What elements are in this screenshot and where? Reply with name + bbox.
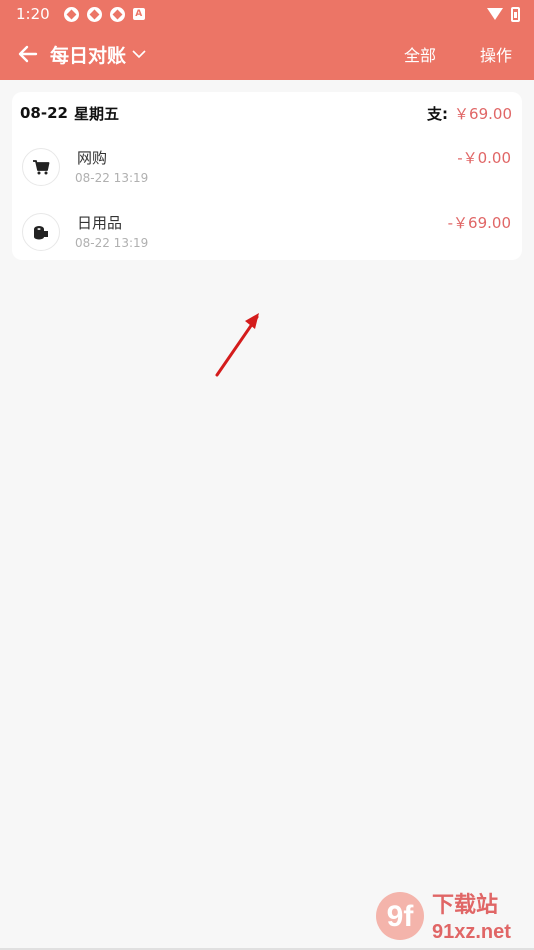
app-bar-actions: 全部 操作: [404, 42, 512, 66]
list-item[interactable]: 网购 08-22 13:19 -￥0.00: [12, 144, 522, 204]
app-bar: 每日对账 全部 操作: [0, 28, 534, 80]
entry-name: 网购: [77, 149, 108, 167]
entry-name: 日用品: [77, 214, 123, 232]
watermark-logo-text: 9f: [387, 900, 415, 933]
day-expense: 支: ￥69.00: [427, 103, 512, 124]
entry-amount: -￥0.00: [457, 149, 511, 167]
toilet-paper-icon: [22, 213, 60, 251]
title-dropdown[interactable]: 每日对账: [50, 41, 146, 68]
status-time: 1:20: [16, 5, 50, 23]
back-button[interactable]: [6, 32, 50, 76]
day-card: 08-22 星期五 支: ￥69.00 网购 08-22 13:19 -￥0.0…: [12, 92, 522, 260]
status-bar: 1:20 A: [0, 0, 534, 28]
operations-button[interactable]: 操作: [480, 42, 512, 66]
status-system-icons: [487, 6, 520, 22]
notification-icon: [63, 6, 79, 22]
filter-all-button[interactable]: 全部: [404, 42, 436, 66]
day-card-header: 08-22 星期五 支: ￥69.00: [20, 102, 512, 124]
watermark-domain: 91xz.net: [432, 921, 511, 943]
entry-amount: -￥69.00: [447, 214, 511, 232]
battery-icon: [511, 6, 520, 22]
notification-icon: [86, 6, 102, 22]
expense-label: 支:: [427, 104, 449, 123]
entry-time: 08-22 13:19: [75, 171, 149, 185]
expense-amount: ￥69.00: [454, 104, 512, 123]
day-weekday: 星期五: [73, 104, 119, 123]
shopping-cart-icon: [22, 148, 60, 186]
notification-icon: [109, 6, 125, 22]
chevron-down-icon: [132, 50, 146, 59]
back-arrow-icon: [18, 45, 38, 63]
status-notification-icons: A: [63, 6, 145, 22]
list-item[interactable]: 日用品 08-22 13:19 -￥69.00: [12, 209, 522, 269]
wifi-icon: [487, 8, 503, 20]
entry-time: 08-22 13:19: [75, 236, 149, 250]
annotation-arrow: [215, 313, 259, 377]
watermark-logo: 9f 下载站 91xz.net: [376, 892, 511, 943]
page-title: 每日对账: [50, 44, 127, 67]
day-date: 08-22: [20, 104, 68, 122]
accessibility-icon: A: [132, 8, 145, 20]
watermark-cn-text: 下载站: [432, 892, 498, 918]
